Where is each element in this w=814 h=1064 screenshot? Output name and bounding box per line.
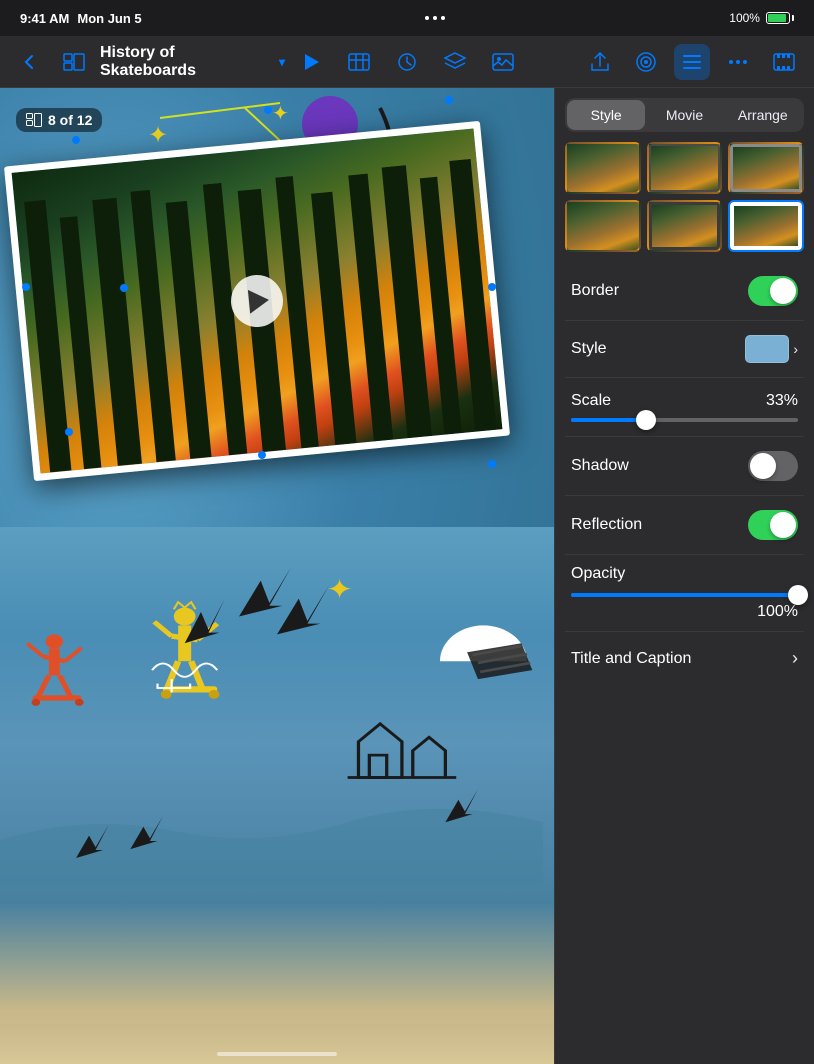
video-frame bbox=[4, 121, 510, 481]
style-thumb-1[interactable] bbox=[565, 142, 641, 194]
scale-slider-track[interactable] bbox=[571, 418, 798, 422]
slides-icon bbox=[26, 113, 42, 127]
style-grid bbox=[555, 132, 814, 262]
shadow-label: Shadow bbox=[571, 457, 629, 475]
back-button[interactable] bbox=[12, 44, 48, 80]
panel-controls: Border Style › Scale 33% bbox=[555, 262, 814, 1064]
svg-text:✦: ✦ bbox=[326, 575, 353, 605]
scale-header: Scale 33% bbox=[571, 392, 798, 410]
share-button[interactable] bbox=[582, 44, 618, 80]
main-content: 8 of 12 ✦ ✦ bbox=[0, 88, 814, 1064]
style-thumb-2[interactable] bbox=[647, 142, 723, 194]
shadow-toggle[interactable] bbox=[748, 451, 798, 481]
scale-label: Scale bbox=[571, 392, 611, 410]
style-thumb-3[interactable] bbox=[728, 142, 804, 194]
scale-slider-thumb[interactable] bbox=[636, 410, 656, 430]
status-time: 9:41 AM bbox=[20, 11, 69, 26]
style-thumb-5[interactable] bbox=[647, 200, 723, 252]
scale-value: 33% bbox=[766, 392, 798, 410]
style-preview-swatch bbox=[745, 335, 789, 363]
tab-movie[interactable]: Movie bbox=[645, 100, 723, 130]
reflection-control-row: Reflection bbox=[565, 496, 804, 555]
tab-arrange[interactable]: Arrange bbox=[724, 100, 802, 130]
filmstrip-button[interactable] bbox=[766, 44, 802, 80]
opacity-label: Opacity bbox=[571, 565, 798, 583]
layers-button[interactable] bbox=[437, 44, 473, 80]
document-title-area[interactable]: History of Skateboards ▾ bbox=[100, 44, 285, 80]
slide-counter: 8 of 12 bbox=[48, 112, 92, 128]
status-date: Mon Jun 5 bbox=[77, 11, 141, 26]
selection-handle-left bbox=[120, 284, 128, 292]
status-right: 100% bbox=[729, 11, 794, 25]
right-panel: Style Movie Arrange bbox=[554, 88, 814, 1064]
opacity-control-row: Opacity 100% bbox=[565, 555, 804, 632]
selection-handle-ml bbox=[22, 283, 30, 291]
document-title: History of Skateboards bbox=[100, 44, 275, 80]
home-indicator bbox=[217, 1052, 337, 1056]
selection-handle-br bbox=[488, 460, 496, 468]
border-label: Border bbox=[571, 282, 619, 300]
canvas-area[interactable]: 8 of 12 ✦ ✦ bbox=[0, 88, 554, 1064]
selection-handle-tm bbox=[264, 106, 272, 114]
play-triangle-icon bbox=[248, 288, 270, 314]
reflection-toggle[interactable] bbox=[748, 510, 798, 540]
animate-button[interactable] bbox=[628, 44, 664, 80]
selection-handle-bm bbox=[258, 451, 266, 459]
panel-tabs: Style Movie Arrange bbox=[565, 98, 804, 132]
battery-icon bbox=[766, 12, 794, 24]
opacity-slider-fill bbox=[571, 593, 798, 597]
border-toggle[interactable] bbox=[748, 276, 798, 306]
opacity-slider-thumb[interactable] bbox=[788, 585, 808, 605]
selection-handle-bl bbox=[65, 428, 73, 436]
skate-decorations-svg: ✦ bbox=[0, 527, 554, 1064]
shadow-control-row: Shadow bbox=[565, 437, 804, 496]
clock-button[interactable] bbox=[389, 44, 425, 80]
media-button[interactable] bbox=[485, 44, 521, 80]
selection-handle-tr bbox=[445, 96, 453, 104]
style-chevron-icon: › bbox=[793, 341, 798, 357]
battery-percent: 100% bbox=[729, 11, 760, 25]
title-chevron-icon: ▾ bbox=[279, 55, 285, 69]
tab-style[interactable]: Style bbox=[567, 100, 645, 130]
status-dots bbox=[425, 16, 445, 20]
toolbar-right bbox=[529, 44, 802, 80]
table-button[interactable] bbox=[341, 44, 377, 80]
status-bar: 9:41 AM Mon Jun 5 100% bbox=[0, 0, 814, 36]
reflection-label: Reflection bbox=[571, 516, 642, 534]
play-button[interactable] bbox=[293, 44, 329, 80]
toolbar-center bbox=[293, 44, 521, 80]
style-thumb-6[interactable] bbox=[728, 200, 804, 252]
video-frame-container[interactable] bbox=[4, 121, 510, 481]
video-content bbox=[12, 128, 503, 473]
format-button[interactable] bbox=[674, 44, 710, 80]
style-thumb-4[interactable] bbox=[565, 200, 641, 252]
toolbar-left: History of Skateboards ▾ bbox=[12, 44, 285, 80]
slide-badge: 8 of 12 bbox=[16, 108, 102, 132]
style-picker-button[interactable]: › bbox=[745, 335, 798, 363]
toolbar: History of Skateboards ▾ bbox=[0, 36, 814, 88]
skate-park-bg: ✦ bbox=[0, 527, 554, 1064]
opacity-value: 100% bbox=[757, 603, 798, 621]
border-control-row: Border bbox=[565, 262, 804, 321]
more-button[interactable] bbox=[720, 44, 756, 80]
slides-panel-button[interactable] bbox=[56, 44, 92, 80]
selection-handle-tl bbox=[72, 136, 80, 144]
style-label: Style bbox=[571, 340, 607, 358]
opacity-slider-track[interactable] bbox=[571, 593, 798, 597]
scale-control-row: Scale 33% bbox=[565, 378, 804, 437]
title-caption-chevron-icon: › bbox=[792, 648, 798, 669]
selection-handle-mr bbox=[488, 283, 496, 291]
style-control-row: Style › bbox=[565, 321, 804, 378]
title-caption-row[interactable]: Title and Caption › bbox=[565, 632, 804, 685]
title-caption-label: Title and Caption bbox=[571, 650, 691, 668]
ground-strip bbox=[0, 1024, 554, 1064]
scale-slider-fill bbox=[571, 418, 646, 422]
